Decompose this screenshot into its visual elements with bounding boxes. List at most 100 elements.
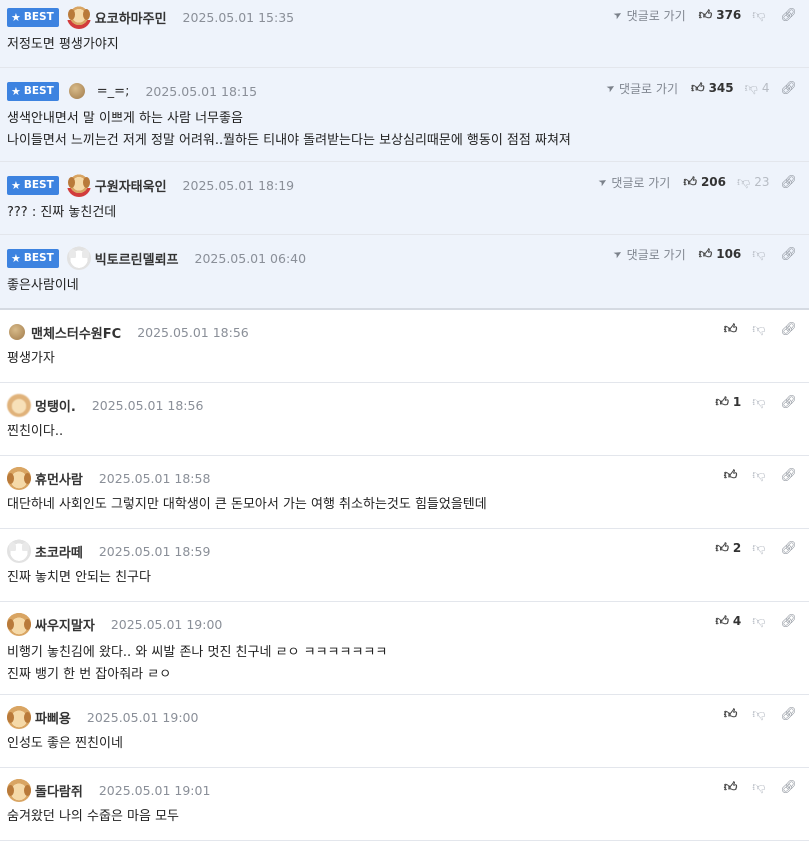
downvote-button[interactable]: 👎︎ (752, 247, 769, 262)
avatar[interactable] (66, 173, 91, 197)
comment-body: 비행기 놓친김에 왔다.. 와 씨발 존나 멋진 친구네 ㄹㅇ ㅋㅋㅋㅋㅋㅋㅋ … (7, 645, 388, 682)
comment-body: 찐친이다.. (7, 424, 64, 439)
downvote-button[interactable]: 👎︎ (752, 541, 769, 556)
link-icon[interactable]: 🔗︎ (780, 8, 797, 23)
thumbs-up-icon: 👍︎ (715, 394, 729, 410)
comment-item: ★ BEST 빅토르린델뢰프 2025.05.01 06:40 ➤ 댓글로 가기 👍… (0, 235, 809, 310)
avatar[interactable] (7, 393, 31, 417)
author-nick[interactable]: 휴먼사람 (35, 469, 83, 488)
avatar[interactable] (7, 778, 31, 802)
best-badge: ★ BEST (7, 175, 59, 195)
go-to-reply-link[interactable]: ➤ 댓글로 가기 (612, 246, 686, 263)
comment-date: 2025.05.01 18:56 (137, 324, 249, 340)
avatar[interactable] (66, 5, 91, 29)
comment-date: 2025.05.01 19:01 (98, 782, 211, 798)
author-nick[interactable]: 파삐용 (35, 708, 71, 727)
downvote-button[interactable]: 👎︎ (752, 707, 769, 722)
comment-body: 숨겨왔던 나의 수줍은 마음 모두 (7, 809, 180, 824)
comment-item: 파삐용 2025.05.01 19:00 👍︎ 👎︎ 🔗︎ 인성도 좋은 찐친이… (0, 695, 809, 768)
link-icon[interactable]: 🔗︎ (780, 614, 797, 629)
link-icon[interactable]: 🔗︎ (780, 541, 797, 556)
upvote-button[interactable]: 👍︎ (724, 707, 742, 722)
best-badge: ★ BEST (7, 248, 59, 268)
link-icon[interactable]: 🔗︎ (780, 247, 797, 262)
upvote-button[interactable]: 👍︎ 376 (699, 8, 742, 23)
go-to-reply-link[interactable]: ➤ 댓글로 가기 (612, 7, 686, 24)
author-nick[interactable]: 구원자태욱인 (95, 176, 167, 195)
upvote-button[interactable]: 👍︎ (724, 780, 742, 795)
upvote-button[interactable]: 👍︎ 206 (683, 175, 726, 190)
thumbs-up-icon: 👍︎ (715, 540, 729, 556)
upvote-button[interactable]: 👍︎ 345 (691, 81, 734, 96)
thumbs-up-icon: 👍︎ (723, 706, 738, 722)
avatar[interactable] (68, 83, 85, 99)
star-icon: ★ (11, 178, 21, 192)
author-nick[interactable]: 멍탱이. (35, 396, 76, 415)
comment-date: 2025.05.01 18:56 (91, 397, 204, 413)
link-icon[interactable]: 🔗︎ (780, 395, 797, 410)
avatar[interactable] (7, 612, 31, 636)
comment-body: 진짜 놓치면 안되는 친구다 (7, 570, 151, 585)
avatar[interactable] (66, 246, 91, 270)
downvote-button[interactable]: 👎︎ (752, 8, 769, 23)
downvote-button[interactable]: 👎︎ 4 (745, 81, 770, 96)
comment-body: 대단하네 사회인도 그렇지만 대학생이 큰 돈모아서 가는 여행 취소하는것도 … (7, 497, 487, 512)
thumbs-down-icon: 👎︎ (752, 467, 766, 483)
thumbs-up-icon: 👍︎ (698, 7, 713, 23)
star-icon: ★ (11, 10, 21, 24)
upvote-button[interactable]: 👍︎ 106 (699, 247, 742, 262)
author-nick[interactable]: 초코라떼 (35, 542, 83, 561)
downvote-button[interactable]: 👎︎ 23 (737, 175, 769, 190)
downvote-button[interactable]: 👎︎ (752, 395, 769, 410)
upvote-button[interactable]: 👍︎ 1 (715, 395, 741, 410)
link-icon[interactable]: 🔗︎ (780, 468, 797, 483)
author-nick[interactable]: 돌다람쥐 (35, 781, 83, 800)
thumbs-up-icon: 👍︎ (715, 613, 729, 629)
author-nick[interactable]: =_=; (97, 84, 130, 99)
go-to-reply-link[interactable]: ➤ 댓글로 가기 (596, 174, 671, 191)
downvote-button[interactable]: 👎︎ (752, 322, 769, 337)
thumbs-down-icon: 👎︎ (744, 80, 758, 96)
thumbs-up-icon: 👍︎ (690, 80, 705, 96)
thumbs-up-icon: 👍︎ (723, 779, 738, 795)
author-nick[interactable]: 맨체스터수원FC (31, 323, 121, 342)
thumbs-up-icon: 👍︎ (698, 246, 713, 262)
upvote-button[interactable]: 👍︎ (724, 322, 742, 337)
comment-body: 좋은사람이네 (7, 278, 79, 293)
comment-item: 초코라떼 2025.05.01 18:59 👍︎ 2 👎︎ 🔗︎ 진짜 놓치면 안… (0, 529, 809, 602)
downvote-button[interactable]: 👎︎ (752, 780, 769, 795)
avatar[interactable] (7, 539, 31, 563)
comment-date: 2025.05.01 18:15 (145, 83, 258, 99)
avatar[interactable] (7, 466, 31, 490)
comment-body: 평생가자 (7, 351, 55, 366)
upvote-button[interactable]: 👍︎ 2 (715, 541, 741, 556)
link-icon[interactable]: 🔗︎ (780, 707, 797, 722)
comment-date: 2025.05.01 19:00 (110, 616, 223, 632)
thumbs-down-icon: 👎︎ (752, 246, 766, 262)
author-nick[interactable]: 요코하마주민 (95, 8, 167, 27)
link-icon[interactable]: 🔗︎ (780, 780, 797, 795)
link-icon[interactable]: 🔗︎ (780, 81, 797, 96)
send-icon: ➤ (604, 81, 618, 95)
go-to-reply-link[interactable]: ➤ 댓글로 가기 (604, 80, 678, 97)
best-badge: ★ BEST (7, 7, 59, 27)
link-icon[interactable]: 🔗︎ (780, 175, 797, 190)
avatar[interactable] (7, 705, 31, 729)
downvote-button[interactable]: 👎︎ (752, 468, 769, 483)
downvote-button[interactable]: 👎︎ (752, 614, 769, 629)
comment-body: 생색안내면서 말 이쁘게 하는 사람 너무좋음 나이들면서 느끼는건 저게 정말… (7, 111, 571, 148)
link-icon[interactable]: 🔗︎ (780, 322, 797, 337)
comment-date: 2025.05.01 18:19 (182, 177, 295, 193)
comment-body: 인성도 좋은 찐친이네 (7, 736, 123, 751)
author-nick[interactable]: 빅토르린델뢰프 (95, 249, 179, 268)
comment-item: ★ BEST 구원자태욱인 2025.05.01 18:19 ➤ 댓글로 가기 👍︎… (0, 162, 809, 235)
upvote-button[interactable]: 👍︎ 4 (715, 614, 741, 629)
author-nick[interactable]: 싸우지말자 (35, 615, 95, 634)
thumbs-up-icon: 👍︎ (683, 174, 697, 190)
thumbs-down-icon: 👎︎ (752, 613, 766, 629)
comment-date: 2025.05.01 18:59 (98, 543, 211, 559)
avatar[interactable] (9, 324, 25, 340)
send-icon: ➤ (596, 175, 610, 189)
upvote-button[interactable]: 👍︎ (724, 468, 742, 483)
comment-body: ??? : 진짜 놓친건데 (7, 205, 117, 220)
